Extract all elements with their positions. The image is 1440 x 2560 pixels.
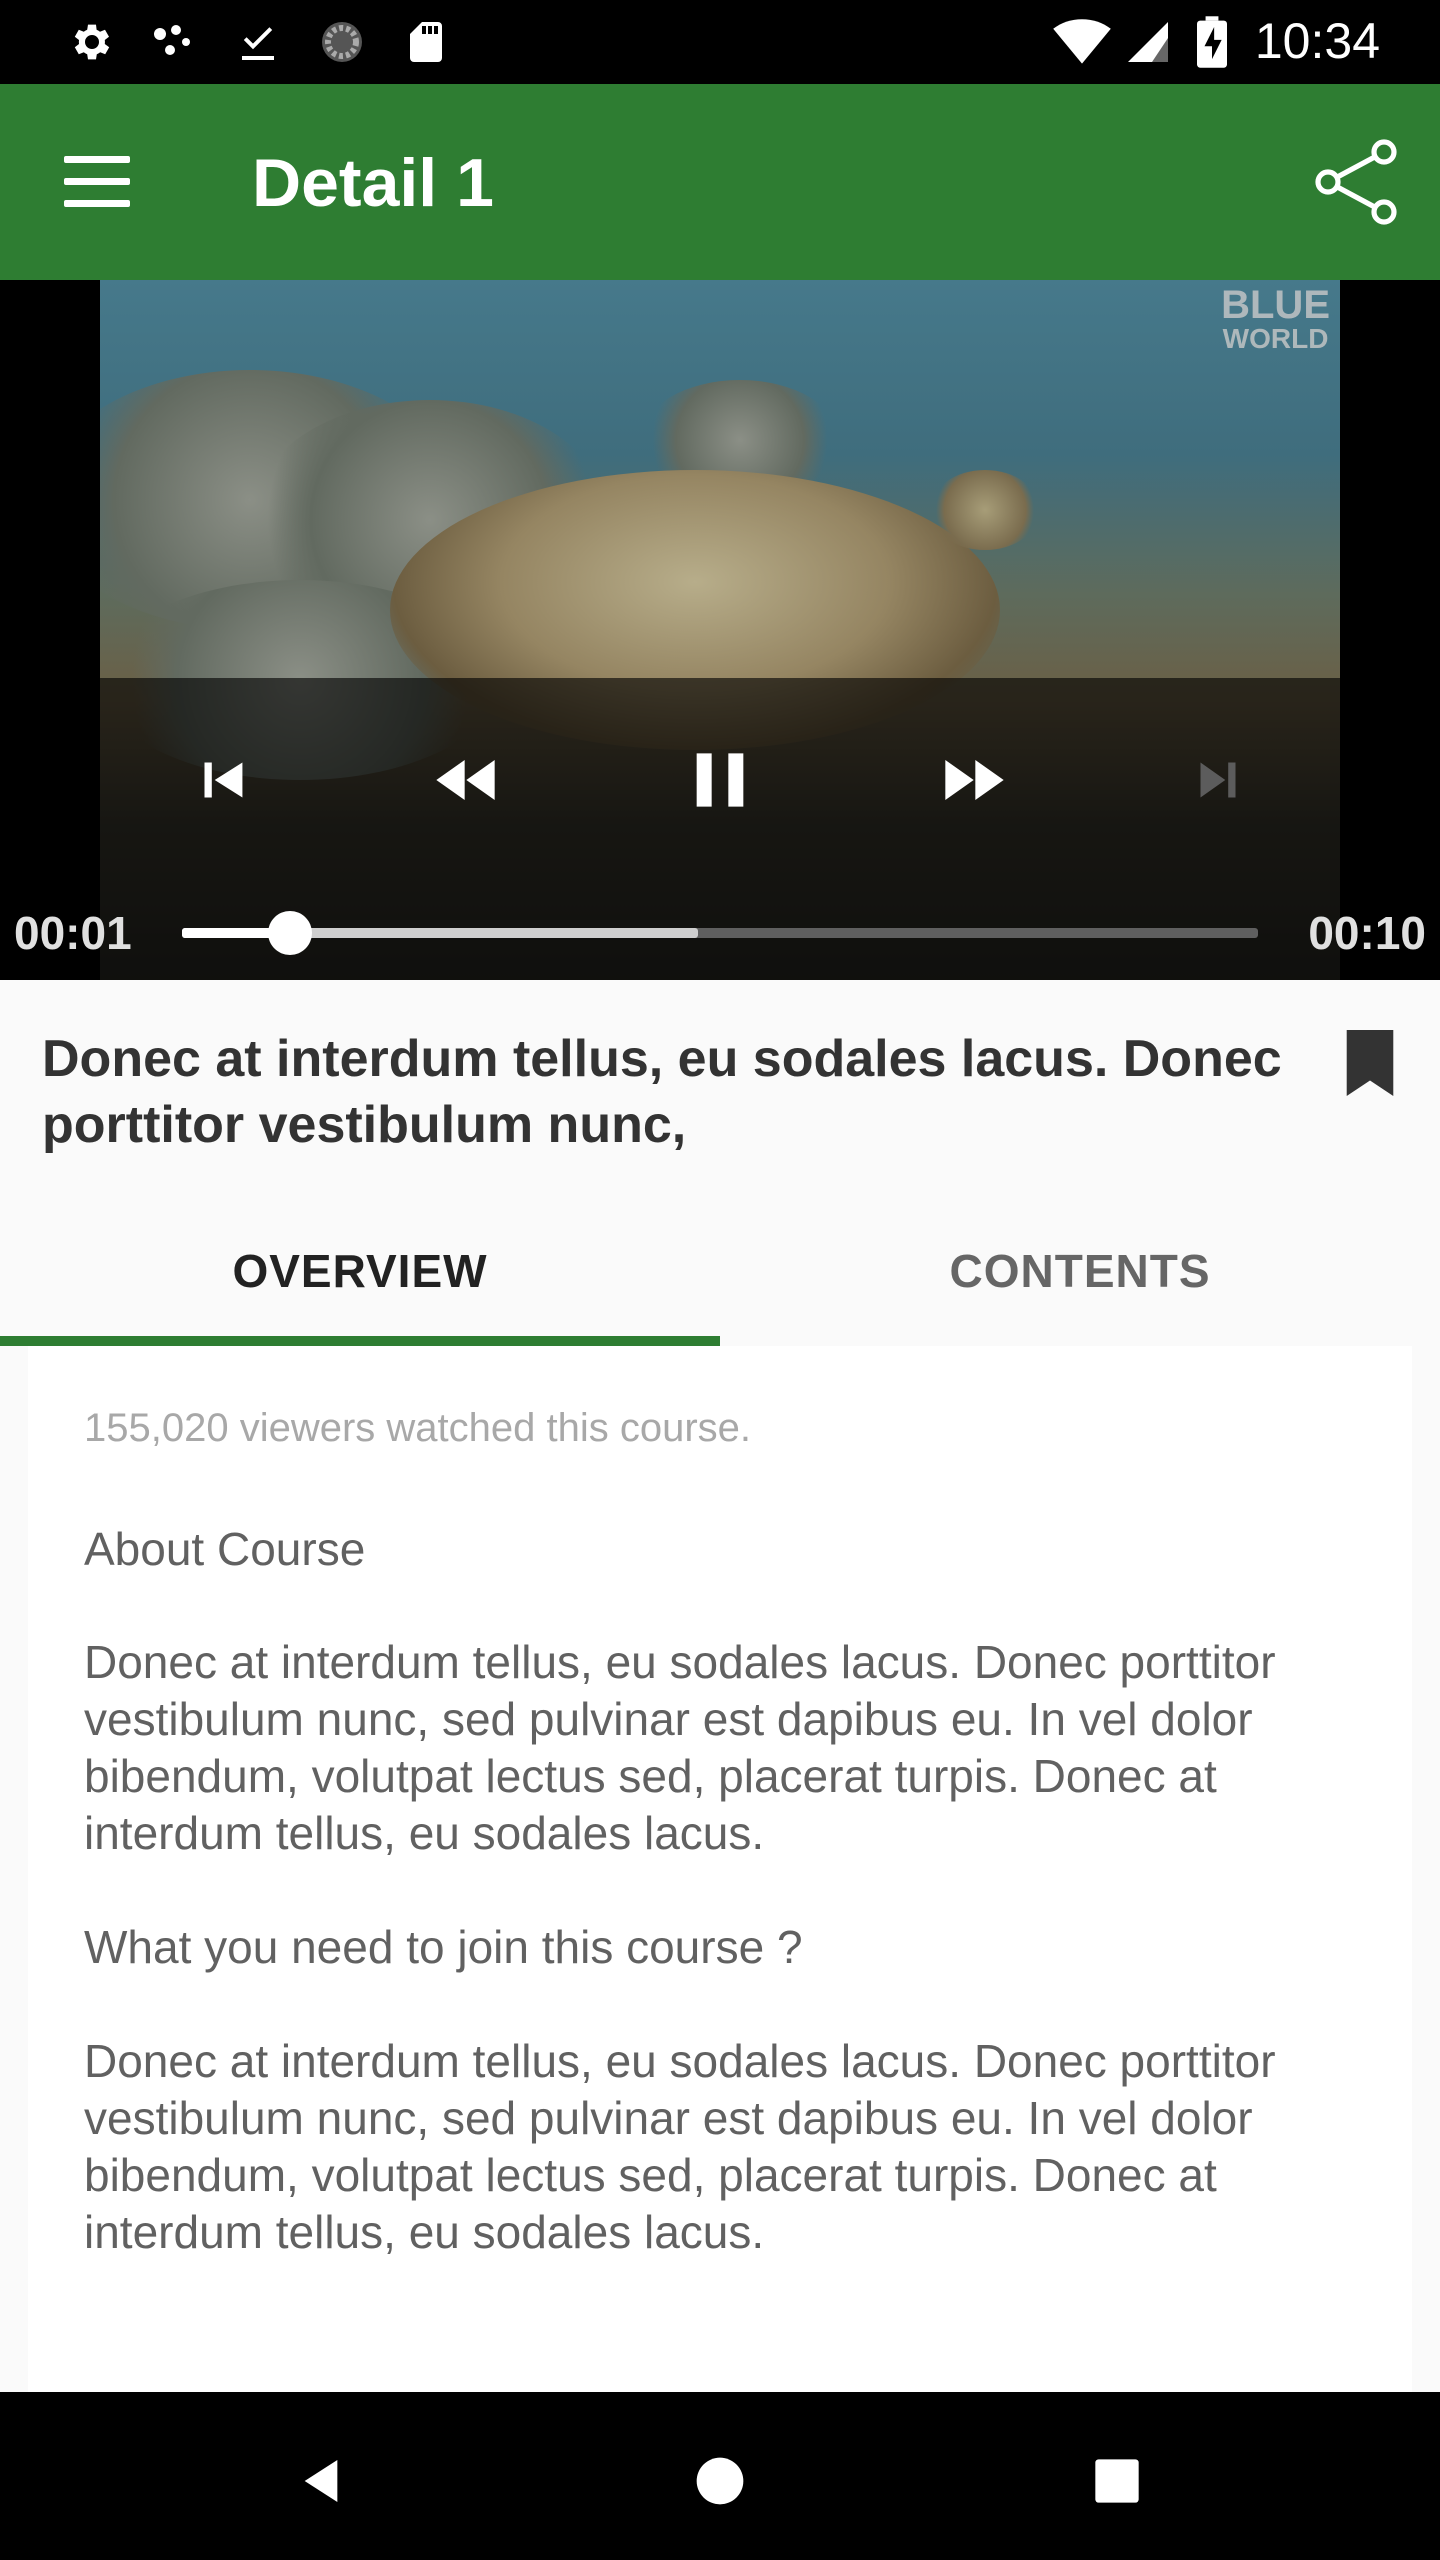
recents-icon[interactable] [1072, 2436, 1162, 2526]
current-time: 00:01 [14, 907, 132, 959]
course-title: Donec at interdum tellus, eu sodales lac… [42, 1030, 1282, 1154]
pause-icon[interactable] [660, 725, 780, 835]
tab-bar: OVERVIEW CONTENTS [0, 1196, 1440, 1346]
bookmark-icon[interactable] [1342, 1030, 1398, 1096]
download-done-icon [234, 18, 282, 66]
duration-time: 00:10 [1308, 907, 1426, 959]
sd-card-icon [402, 18, 450, 66]
cast-dots-icon [148, 18, 196, 66]
share-icon[interactable] [1308, 134, 1404, 230]
about-heading: About Course [84, 1523, 366, 1575]
rewind-icon[interactable] [408, 725, 528, 835]
home-icon[interactable] [675, 2436, 765, 2526]
requirements-text: Donec at interdum tellus, eu sodales lac… [84, 2035, 1276, 2258]
tab-indicator [0, 1336, 720, 1346]
fast-forward-icon[interactable] [912, 725, 1032, 835]
video-watermark: BLUE WORLD [1221, 283, 1330, 354]
signal-icon [1124, 18, 1172, 66]
back-icon[interactable] [276, 2436, 366, 2526]
video-player[interactable]: BLUE WORLD [0, 280, 1440, 980]
status-time: 10:34 [1254, 13, 1380, 69]
page-title: Detail 1 [252, 145, 494, 221]
requirements-heading: What you need to join this course ? [84, 1921, 803, 1973]
app-bar: Detail 1 [0, 84, 1440, 280]
tab-contents[interactable]: CONTENTS [720, 1196, 1440, 1346]
skip-next-icon[interactable] [1158, 725, 1278, 835]
navigation-bar [0, 2392, 1440, 2560]
status-bar: 10:34 [0, 0, 1440, 84]
battery-charging-icon [1192, 16, 1232, 68]
tab-overview[interactable]: OVERVIEW [0, 1196, 720, 1346]
skip-previous-icon[interactable] [162, 725, 282, 835]
about-text: Donec at interdum tellus, eu sodales lac… [84, 1636, 1276, 1859]
wifi-icon [1052, 18, 1112, 66]
settings-icon [66, 18, 114, 66]
viewers-count: 155,020 viewers watched this course. [84, 1406, 752, 1450]
hamburger-menu-icon[interactable] [44, 142, 152, 222]
seek-thumb[interactable] [267, 911, 312, 955]
loading-circle-icon [318, 18, 366, 66]
